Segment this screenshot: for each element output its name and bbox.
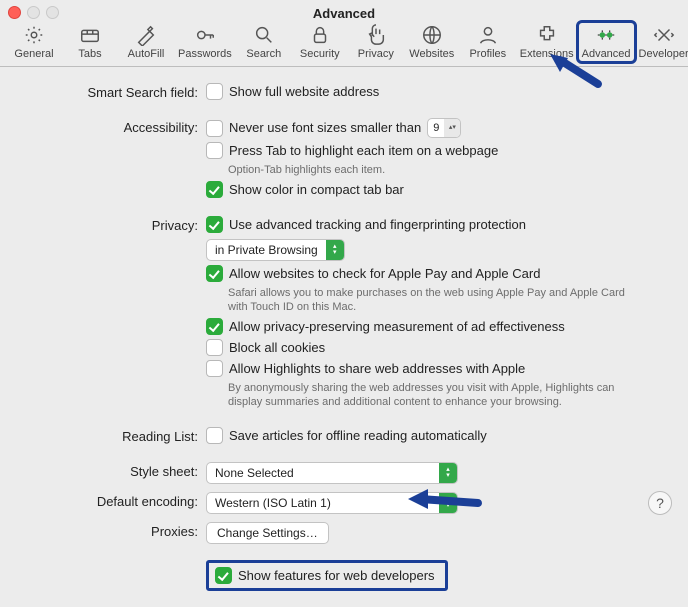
tabs-icon [79, 24, 101, 46]
tab-tabs[interactable]: Tabs [62, 22, 118, 62]
tab-privacy[interactable]: Privacy [348, 22, 404, 62]
smart-search-label: Smart Search field: [24, 83, 206, 100]
tab-label: Passwords [178, 48, 232, 60]
accessibility-label: Accessibility: [24, 118, 206, 135]
close-window-button[interactable] [8, 6, 21, 19]
tab-label: Developer [639, 48, 688, 60]
apple-pay-checkbox[interactable] [206, 265, 223, 282]
privacy-icon [365, 24, 387, 46]
autofill-icon [135, 24, 157, 46]
tab-security[interactable]: Security [292, 22, 348, 62]
proxies-label: Proxies: [24, 522, 206, 539]
tracking-protection-checkbox[interactable] [206, 216, 223, 233]
tab-label: Tabs [78, 48, 101, 60]
press-tab-sublabel: Option-Tab highlights each item. [228, 163, 385, 177]
ad-measurement-label: Allow privacy-preserving measurement of … [229, 319, 565, 335]
tab-label: Profiles [469, 48, 506, 60]
advanced-icon [595, 24, 617, 46]
chevron-updown-icon: ▴▾ [439, 463, 457, 483]
extensions-icon [536, 24, 558, 46]
search-icon [253, 24, 275, 46]
help-button[interactable]: ? [648, 491, 672, 515]
tab-search[interactable]: Search [236, 22, 292, 62]
min-font-size-label: Never use font sizes smaller than [229, 120, 421, 136]
reading-list-label: Reading List: [24, 427, 206, 444]
passwords-icon [194, 24, 216, 46]
tab-profiles[interactable]: Profiles [460, 22, 516, 62]
developer-icon [653, 24, 675, 46]
min-font-size-checkbox[interactable] [206, 120, 223, 137]
apple-pay-sublabel: Safari allows you to make purchases on t… [228, 286, 628, 314]
privacy-label: Privacy: [24, 216, 206, 233]
highlights-share-checkbox[interactable] [206, 360, 223, 377]
tab-label: Privacy [358, 48, 394, 60]
press-tab-label: Press Tab to highlight each item on a we… [229, 143, 498, 159]
highlights-share-label: Allow Highlights to share web addresses … [229, 361, 525, 377]
tab-developer[interactable]: Developer [635, 22, 688, 62]
block-cookies-checkbox[interactable] [206, 339, 223, 356]
highlights-sublabel: By anonymously sharing the web addresses… [228, 381, 628, 409]
profiles-icon [477, 24, 499, 46]
block-cookies-label: Block all cookies [229, 340, 325, 356]
show-dev-features-highlight: Show features for web developers [206, 560, 448, 591]
default-encoding-label: Default encoding: [24, 492, 206, 509]
min-font-size-select[interactable]: 9 ▴▾ [427, 118, 461, 138]
tab-label: Search [246, 48, 281, 60]
window-controls [8, 6, 59, 19]
chevron-updown-icon: ▴▾ [326, 240, 344, 260]
tab-websites[interactable]: Websites [404, 22, 460, 62]
style-sheet-select[interactable]: None Selected ▴▾ [206, 462, 458, 484]
style-sheet-label: Style sheet: [24, 462, 206, 479]
show-dev-features-checkbox[interactable] [215, 567, 232, 584]
tab-label: General [14, 48, 53, 60]
show-dev-features-label: Show features for web developers [238, 568, 435, 583]
tab-label: Websites [409, 48, 454, 60]
websites-icon [421, 24, 443, 46]
minimize-window-button[interactable] [27, 6, 40, 19]
tab-general[interactable]: General [6, 22, 62, 62]
window-title: Advanced [0, 6, 688, 21]
tab-autofill[interactable]: AutoFill [118, 22, 174, 62]
save-offline-checkbox[interactable] [206, 427, 223, 444]
general-icon [23, 24, 45, 46]
tab-label: AutoFill [128, 48, 165, 60]
show-full-address-checkbox[interactable] [206, 83, 223, 100]
advanced-settings-form: Smart Search field: Show full website ad… [0, 67, 688, 607]
tab-label: Security [300, 48, 340, 60]
chevron-updown-icon: ▴▾ [444, 119, 460, 137]
press-tab-checkbox[interactable] [206, 142, 223, 159]
compact-color-checkbox[interactable] [206, 181, 223, 198]
show-full-address-label: Show full website address [229, 84, 379, 100]
ad-measurement-checkbox[interactable] [206, 318, 223, 335]
zoom-window-button[interactable] [46, 6, 59, 19]
security-icon [309, 24, 331, 46]
tracking-scope-select[interactable]: in Private Browsing ▴▾ [206, 239, 345, 261]
compact-color-label: Show color in compact tab bar [229, 182, 404, 198]
tab-passwords[interactable]: Passwords [174, 22, 236, 62]
tracking-protection-label: Use advanced tracking and fingerprinting… [229, 217, 526, 233]
save-offline-label: Save articles for offline reading automa… [229, 428, 487, 444]
change-proxies-button[interactable]: Change Settings… [206, 522, 329, 544]
apple-pay-label: Allow websites to check for Apple Pay an… [229, 266, 540, 282]
